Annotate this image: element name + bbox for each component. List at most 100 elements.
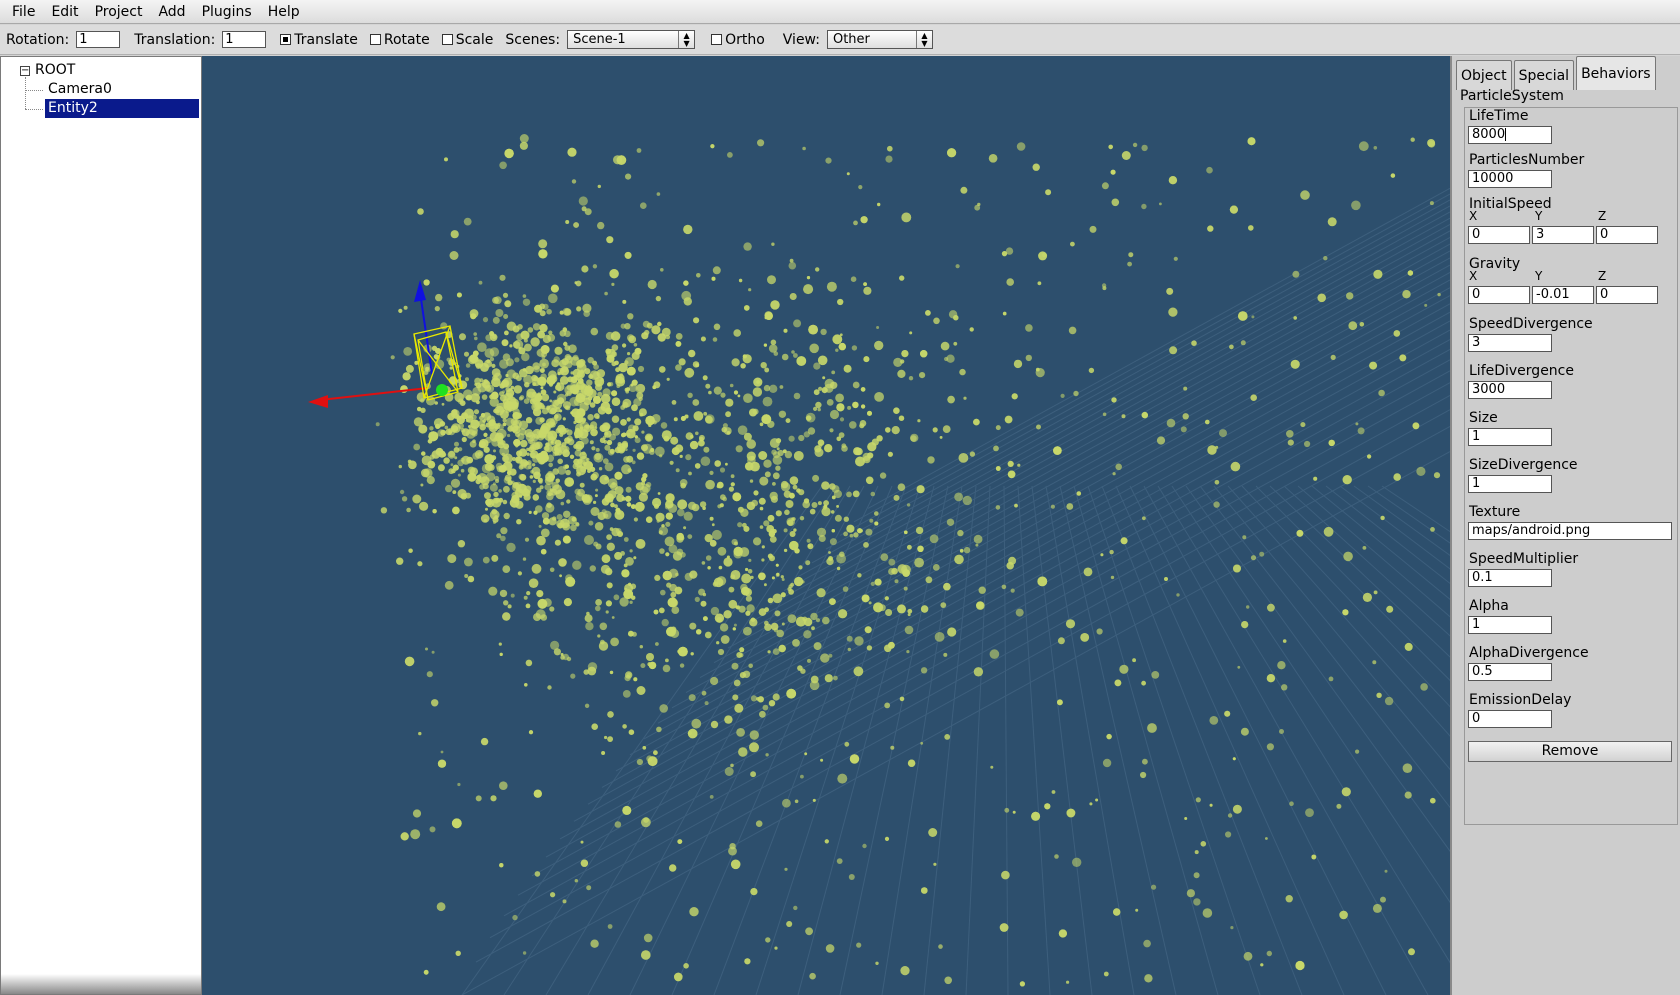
particle [521, 352, 530, 362]
particle [874, 392, 884, 402]
menu-add[interactable]: Add [150, 1, 193, 23]
view-select[interactable]: Other ▲ ▼ [826, 30, 933, 49]
tree-item-camera0[interactable]: Camera0 [45, 80, 112, 99]
size-input[interactable]: 1 [1468, 428, 1552, 446]
tree-item-root[interactable]: ROOT [35, 61, 75, 80]
initial-speed-z-input[interactable]: 0 [1596, 226, 1658, 244]
particle [925, 576, 933, 584]
particle [530, 337, 540, 347]
ortho-checkbox[interactable]: Ortho [711, 32, 765, 48]
particle [728, 586, 735, 593]
tree-item-entity2[interactable]: Entity2 [45, 99, 199, 118]
gravity-z-input[interactable]: 0 [1596, 286, 1658, 304]
particle [512, 457, 516, 461]
particle [588, 520, 594, 526]
emission-delay-input[interactable]: 0 [1468, 710, 1552, 728]
particle [624, 251, 632, 259]
particle [478, 280, 483, 285]
particle [561, 358, 569, 366]
particle [578, 196, 588, 206]
particle [789, 476, 799, 485]
grid-line [1381, 485, 1450, 533]
translation-input[interactable]: 1 [222, 31, 267, 48]
tab-special[interactable]: Special [1513, 60, 1575, 90]
alpha-divergence-input[interactable]: 0.5 [1468, 663, 1552, 681]
menu-help[interactable]: Help [260, 1, 308, 23]
particle [450, 230, 459, 239]
collapse-icon[interactable]: − [20, 66, 30, 76]
particle [788, 435, 795, 442]
particle [736, 652, 743, 658]
remove-button[interactable]: Remove [1468, 741, 1672, 762]
tab-object[interactable]: Object [1456, 60, 1512, 90]
particle [1140, 771, 1147, 779]
gravity-x-input[interactable]: 0 [1468, 286, 1530, 304]
particle [486, 359, 491, 364]
particle [678, 358, 686, 366]
particle [571, 516, 577, 522]
initial-speed-x-input[interactable]: 0 [1468, 226, 1530, 244]
particle [576, 306, 582, 312]
particle [597, 634, 601, 638]
menu-file[interactable]: File [4, 1, 43, 23]
scale-checkbox-box[interactable] [441, 34, 453, 45]
lifetime-input[interactable]: 8000 [1468, 126, 1552, 144]
particle [621, 440, 628, 447]
pivot-point[interactable] [436, 384, 448, 396]
translate-checkbox[interactable]: Translate [280, 32, 358, 48]
particle [1058, 929, 1067, 938]
particle [465, 363, 471, 368]
ortho-checkbox-box[interactable] [711, 34, 723, 45]
translate-checkbox-box[interactable] [280, 34, 292, 45]
scale-checkbox[interactable]: Scale [441, 32, 493, 48]
rotate-checkbox[interactable]: Rotate [369, 32, 430, 48]
particle [928, 828, 938, 837]
x-axis-arrow-icon[interactable] [308, 395, 328, 408]
3d-viewport[interactable] [202, 56, 1450, 995]
particle [785, 500, 794, 508]
particle [850, 276, 857, 282]
particle [573, 222, 579, 228]
particle [464, 557, 473, 567]
particle [531, 563, 542, 574]
rotate-checkbox-box[interactable] [369, 34, 381, 45]
particle [1428, 140, 1436, 148]
tab-behaviors[interactable]: Behaviors [1576, 56, 1656, 90]
particle [1173, 256, 1178, 261]
scene-canvas[interactable] [202, 56, 1450, 995]
particles-number-input[interactable]: 10000 [1468, 170, 1552, 188]
particle [660, 589, 666, 596]
menu-edit[interactable]: Edit [43, 1, 86, 23]
particle [744, 958, 751, 965]
menu-plugins[interactable]: Plugins [194, 1, 260, 23]
particle [506, 321, 517, 331]
initial-speed-y-input[interactable]: 3 [1532, 226, 1594, 244]
particle [1013, 359, 1023, 369]
particle [753, 537, 762, 546]
particle [1376, 692, 1382, 698]
particle [862, 843, 867, 849]
particle [683, 511, 693, 521]
particle [661, 618, 669, 627]
texture-input[interactable]: maps/android.png [1468, 522, 1672, 540]
gravity-y-input[interactable]: -0.01 [1532, 286, 1594, 304]
particle [824, 839, 829, 844]
particle [921, 887, 928, 894]
speed-divergence-input[interactable]: 3 [1468, 334, 1552, 352]
life-divergence-input[interactable]: 3000 [1468, 381, 1552, 399]
particle [584, 535, 594, 545]
particle [1037, 576, 1048, 587]
spinner-arrows-icon[interactable]: ▲ ▼ [915, 31, 932, 48]
menu-project[interactable]: Project [87, 1, 151, 23]
particle [758, 451, 768, 460]
particle [710, 144, 715, 149]
x-axis-handle[interactable] [319, 387, 429, 401]
grid-line [769, 230, 1450, 606]
speed-multiplier-input[interactable]: 0.1 [1468, 569, 1552, 587]
particle [1295, 960, 1305, 971]
alpha-input[interactable]: 1 [1468, 616, 1552, 634]
rotation-input[interactable]: 1 [76, 31, 121, 48]
scenes-select[interactable]: Scene-1 ▲ ▼ [567, 30, 696, 49]
spinner-arrows-icon[interactable]: ▲ ▼ [678, 31, 694, 48]
size-divergence-input[interactable]: 1 [1468, 475, 1552, 493]
